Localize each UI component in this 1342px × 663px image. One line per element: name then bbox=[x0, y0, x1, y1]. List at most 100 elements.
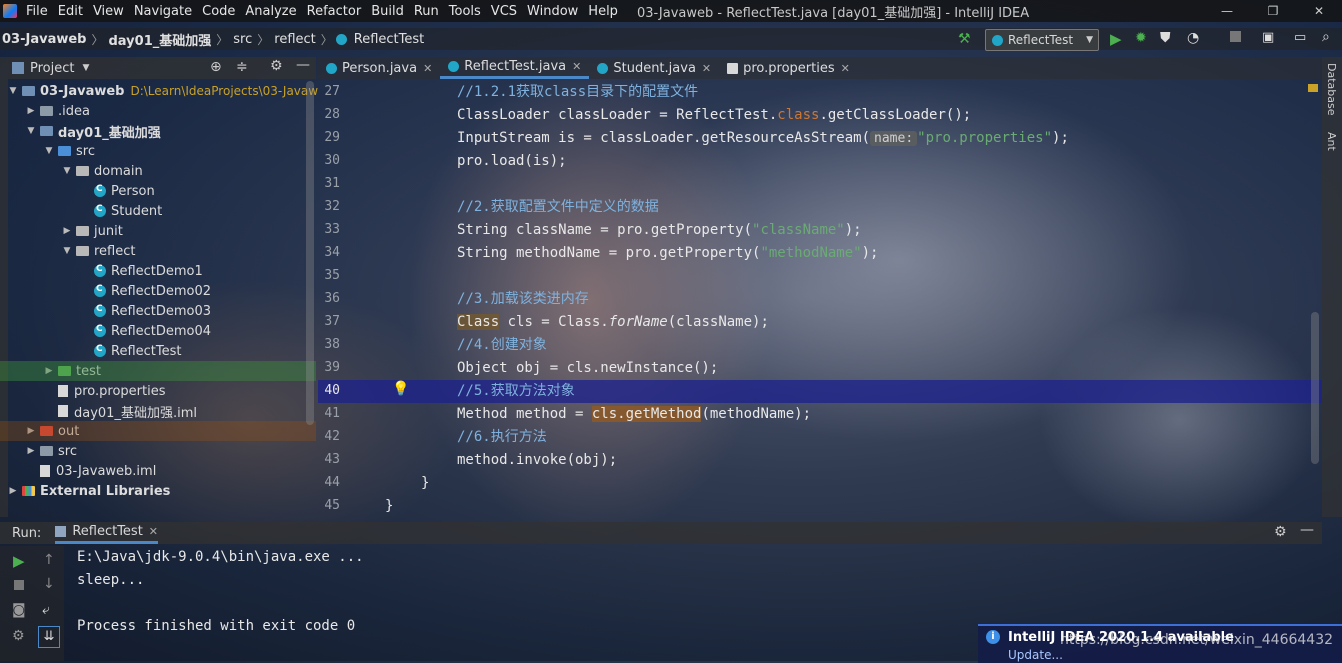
ant-tool-button[interactable]: Ant bbox=[1325, 132, 1338, 151]
expanded-arrow-icon[interactable]: ▼ bbox=[44, 146, 54, 156]
hide-panel-icon[interactable]: — bbox=[1300, 522, 1314, 538]
tree-item-label: External Libraries bbox=[40, 483, 171, 499]
tree-item[interactable]: ▶ src bbox=[26, 441, 77, 461]
breadcrumb-class[interactable]: ReflectTest bbox=[352, 32, 426, 47]
tree-item[interactable]: ▼ reflect bbox=[62, 241, 136, 261]
stop-icon[interactable] bbox=[1230, 31, 1241, 42]
menu-window[interactable]: Window bbox=[522, 4, 583, 19]
expanded-arrow-icon[interactable]: ▼ bbox=[62, 166, 72, 176]
gear-icon[interactable]: ⚙ bbox=[270, 58, 283, 74]
tree-item[interactable]: ReflectDemo03 bbox=[80, 301, 211, 321]
module-folder-icon bbox=[22, 86, 35, 96]
menu-edit[interactable]: Edit bbox=[53, 4, 88, 19]
update-notification[interactable]: i IntelliJ IDEA 2020.1.4 available Updat… bbox=[978, 624, 1342, 663]
down-arrow-icon[interactable]: ↓ bbox=[43, 576, 55, 592]
expanded-arrow-icon[interactable]: ▼ bbox=[26, 126, 36, 136]
project-structure-icon[interactable]: ▣ bbox=[1262, 30, 1274, 45]
tree-item[interactable]: ▼ 03-Javaweb D:\Learn\IdeaProjects\03-Jav… bbox=[8, 81, 319, 101]
collapse-all-icon[interactable]: ≑ bbox=[236, 59, 248, 75]
database-tool-button[interactable]: Database bbox=[1325, 63, 1338, 116]
up-arrow-icon[interactable]: ↑ bbox=[43, 552, 55, 568]
breadcrumb-package[interactable]: reflect bbox=[272, 32, 318, 47]
close-window-button[interactable]: ✕ bbox=[1296, 0, 1342, 22]
project-view-select[interactable]: Project bbox=[30, 61, 74, 76]
tree-item[interactable]: ReflectDemo1 bbox=[80, 261, 203, 281]
search-everywhere-icon[interactable]: ⌕ bbox=[1322, 29, 1330, 45]
profiler-icon[interactable]: ◔ bbox=[1187, 30, 1199, 46]
collapsed-arrow-icon[interactable]: ▶ bbox=[26, 106, 36, 116]
menu-file[interactable]: File bbox=[21, 4, 53, 19]
tree-item[interactable]: ReflectDemo02 bbox=[80, 281, 211, 301]
rerun-icon[interactable]: ▶ bbox=[13, 552, 25, 570]
breadcrumb-src[interactable]: src bbox=[231, 32, 254, 47]
close-icon[interactable]: ✕ bbox=[572, 60, 581, 73]
collapsed-arrow-icon[interactable]: ▶ bbox=[8, 486, 18, 496]
menu-build[interactable]: Build bbox=[366, 4, 409, 19]
minimize-button[interactable]: — bbox=[1204, 0, 1250, 22]
breadcrumb-project[interactable]: 03-Javaweb bbox=[0, 32, 88, 47]
menu-help[interactable]: Help bbox=[583, 4, 623, 19]
close-icon[interactable]: ✕ bbox=[841, 62, 850, 75]
editor-scrollbar[interactable] bbox=[1311, 312, 1319, 464]
menu-vcs[interactable]: VCS bbox=[486, 4, 522, 19]
editor-tab[interactable]: Person.java ✕ bbox=[318, 57, 440, 79]
chevron-down-icon[interactable]: ▼ bbox=[82, 63, 89, 73]
scroll-to-end-icon[interactable]: ⇊ bbox=[38, 626, 60, 648]
tree-item[interactable]: ▶ External Libraries bbox=[8, 481, 171, 501]
soft-wrap-icon[interactable]: ⤶ bbox=[42, 602, 50, 618]
locate-icon[interactable]: ⊕ bbox=[210, 59, 222, 75]
tree-scrollbar[interactable] bbox=[306, 81, 314, 425]
breadcrumb-module[interactable]: day01_基础加强 bbox=[107, 30, 214, 49]
menu-code[interactable]: Code bbox=[197, 4, 240, 19]
tree-item[interactable]: ▼ day01_基础加强 bbox=[26, 121, 161, 141]
folder-folder-icon bbox=[40, 446, 53, 456]
line-number: 38 bbox=[324, 337, 340, 352]
build-hammer-icon[interactable]: ⚒ bbox=[958, 31, 971, 47]
tree-item[interactable]: day01_基础加强.iml bbox=[44, 401, 197, 421]
run-tab[interactable]: ReflectTest ✕ bbox=[55, 522, 159, 544]
run-configuration-select[interactable]: ReflectTest ▼ bbox=[985, 29, 1099, 51]
tree-item[interactable]: Person bbox=[80, 181, 155, 201]
expanded-arrow-icon[interactable]: ▼ bbox=[8, 86, 18, 96]
menu-refactor[interactable]: Refactor bbox=[302, 4, 367, 19]
close-icon[interactable]: ✕ bbox=[423, 62, 432, 75]
tree-item[interactable]: 03-Javaweb.iml bbox=[26, 461, 156, 481]
tree-item[interactable]: ▶ .idea bbox=[26, 101, 90, 121]
tree-item[interactable]: ▶ junit bbox=[62, 221, 123, 241]
warning-marker[interactable] bbox=[1308, 84, 1318, 92]
editor-tab[interactable]: pro.properties ✕ bbox=[719, 57, 858, 79]
line-number: 37 bbox=[324, 314, 340, 329]
menu-analyze[interactable]: Analyze bbox=[240, 4, 301, 19]
tree-item[interactable]: ▼ domain bbox=[62, 161, 143, 181]
tree-item[interactable]: Student bbox=[80, 201, 162, 221]
hide-panel-icon[interactable]: — bbox=[296, 57, 310, 73]
chevron-down-icon: ▼ bbox=[1086, 35, 1093, 45]
console-line: E:\Java\jdk-9.0.4\bin\java.exe ... bbox=[77, 549, 364, 565]
menu-view[interactable]: View bbox=[88, 4, 129, 19]
close-icon[interactable]: ✕ bbox=[702, 62, 711, 75]
menu-tools[interactable]: Tools bbox=[444, 4, 486, 19]
restore-button[interactable]: ❐ bbox=[1250, 0, 1296, 22]
editor-tab[interactable]: Student.java ✕ bbox=[589, 57, 719, 79]
editor-tab[interactable]: ReflectTest.java ✕ bbox=[440, 57, 590, 79]
close-icon[interactable]: ✕ bbox=[149, 525, 158, 538]
camera-icon[interactable]: ◙ bbox=[12, 602, 26, 618]
stop-icon[interactable] bbox=[14, 580, 24, 590]
gear-icon[interactable]: ⚙ bbox=[1274, 524, 1287, 540]
settings-icon[interactable]: ⚙ bbox=[12, 628, 25, 644]
tree-item[interactable]: pro.properties bbox=[44, 381, 166, 401]
expanded-arrow-icon[interactable]: ▼ bbox=[62, 246, 72, 256]
collapsed-arrow-icon[interactable]: ▶ bbox=[62, 226, 72, 236]
code-editor[interactable]: //1.2.1获取class目录下的配置文件 ClassLoader class… bbox=[384, 81, 1309, 517]
update-link[interactable]: Update... bbox=[1008, 648, 1063, 662]
tree-item[interactable]: ReflectDemo04 bbox=[80, 321, 211, 341]
coverage-icon[interactable]: ⛊ bbox=[1160, 30, 1171, 46]
debug-icon[interactable]: ✹ bbox=[1135, 30, 1147, 46]
tree-item[interactable]: ReflectTest bbox=[80, 341, 181, 361]
menu-run[interactable]: Run bbox=[409, 4, 444, 19]
run-icon[interactable]: ▶ bbox=[1110, 30, 1122, 48]
collapsed-arrow-icon[interactable]: ▶ bbox=[26, 446, 36, 456]
tree-item[interactable]: ▼ src bbox=[44, 141, 95, 161]
menu-navigate[interactable]: Navigate bbox=[129, 4, 197, 19]
toggle-panel-icon[interactable]: ▭ bbox=[1294, 30, 1306, 45]
